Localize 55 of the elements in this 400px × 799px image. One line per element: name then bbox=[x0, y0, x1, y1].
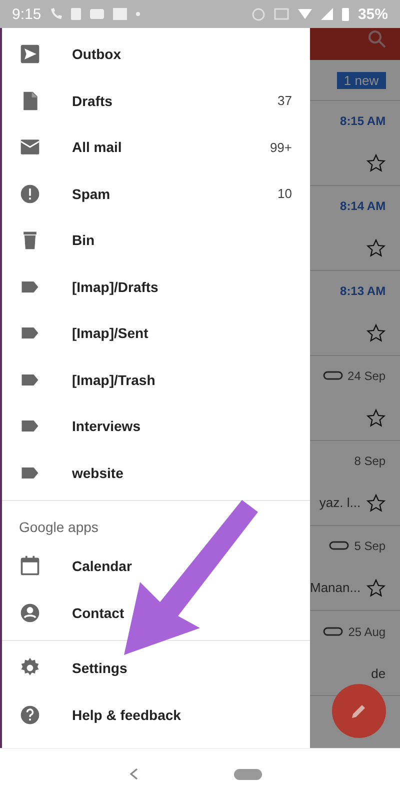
star-icon[interactable] bbox=[366, 322, 386, 342]
status-time: 9:15 bbox=[12, 6, 42, 22]
menu-item[interactable]: Contact bbox=[72, 604, 292, 621]
mail-snippet: Manan... bbox=[310, 580, 361, 595]
alert-icon bbox=[19, 182, 41, 205]
menu-item[interactable]: Bin bbox=[72, 232, 292, 248]
menu-item[interactable]: [Imap]/Drafts bbox=[72, 278, 292, 295]
mail-snippet: yaz. l... bbox=[319, 495, 361, 510]
pencil-icon bbox=[350, 702, 368, 720]
notification-icon bbox=[71, 8, 82, 20]
new-badge: 1 new bbox=[336, 72, 386, 88]
section-title: Google apps bbox=[18, 518, 100, 537]
mail-date: 8 Sep bbox=[354, 454, 386, 468]
send-icon bbox=[19, 43, 41, 66]
menu-item[interactable]: Calendar bbox=[72, 558, 292, 574]
mail-date: 24 Sep bbox=[348, 368, 386, 382]
dot-icon bbox=[136, 12, 140, 16]
menu-item[interactable]: All mail bbox=[72, 139, 270, 156]
menu-item[interactable]: Help & feedback bbox=[72, 706, 292, 723]
phone-icon bbox=[50, 8, 62, 20]
menu-item[interactable]: Drafts bbox=[72, 92, 278, 109]
menu-item[interactable]: [Imap]/Trash bbox=[72, 372, 292, 388]
alarm-icon bbox=[252, 8, 265, 20]
mail-date: 8:14 AM bbox=[340, 198, 386, 212]
cast-icon bbox=[274, 8, 289, 20]
mail-date: 8:13 AM bbox=[340, 284, 386, 298]
calendar-icon bbox=[19, 555, 41, 578]
wifi-icon bbox=[298, 9, 312, 19]
star-icon[interactable] bbox=[366, 152, 386, 172]
mail-snippet: de bbox=[371, 666, 386, 682]
star-icon[interactable] bbox=[366, 408, 386, 428]
item-count: 37 bbox=[278, 93, 292, 108]
notification-icon bbox=[90, 9, 104, 19]
menu-item[interactable]: website bbox=[72, 464, 292, 481]
star-icon[interactable] bbox=[366, 578, 386, 598]
person-icon bbox=[19, 602, 41, 624]
mail-date: 25 Aug bbox=[348, 624, 386, 639]
star-icon[interactable] bbox=[366, 238, 386, 258]
item-count: 99+ bbox=[270, 140, 292, 155]
menu-item[interactable]: [Imap]/Sent bbox=[72, 325, 292, 342]
home-button[interactable] bbox=[234, 768, 262, 780]
menu-item[interactable]: Spam bbox=[72, 186, 278, 202]
signal-icon bbox=[320, 8, 333, 20]
menu-item[interactable]: Settings bbox=[72, 660, 292, 676]
back-icon[interactable] bbox=[128, 768, 138, 780]
mail-date: 5 Sep bbox=[354, 538, 386, 552]
item-count: 10 bbox=[278, 186, 292, 202]
menu-item[interactable]: Interviews bbox=[72, 418, 292, 434]
battery-icon bbox=[342, 8, 349, 20]
star-icon[interactable] bbox=[366, 492, 386, 512]
battery-level: 35% bbox=[358, 6, 388, 22]
menu-item[interactable]: Outbox bbox=[72, 46, 292, 62]
help-icon bbox=[19, 704, 41, 726]
mail-date: 8:15 AM bbox=[340, 114, 386, 128]
mail-icon bbox=[113, 8, 128, 20]
